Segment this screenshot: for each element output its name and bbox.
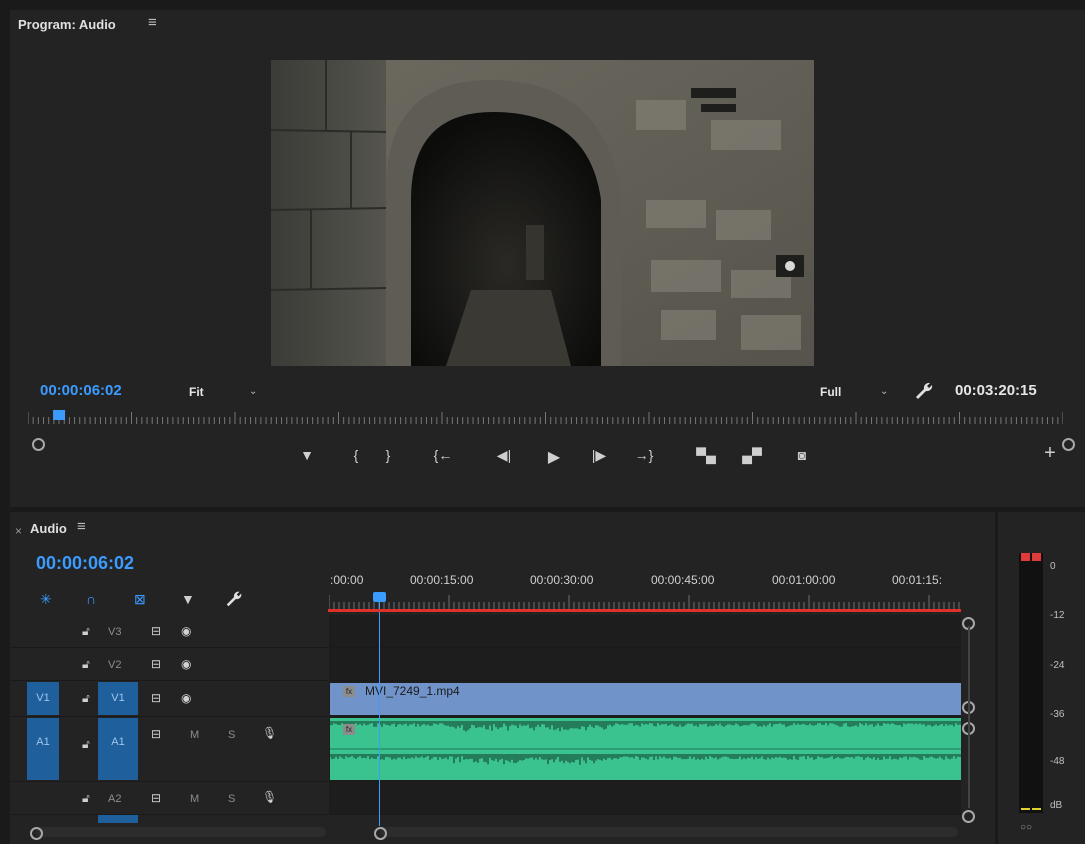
export-frame-icon[interactable]: ◙ — [791, 447, 813, 463]
zoom-handle-left[interactable] — [32, 438, 45, 451]
vertical-zoom-handle[interactable] — [962, 810, 975, 823]
sync-lock-icon[interactable]: ⊟ — [151, 691, 161, 705]
track-name[interactable]: V2 — [108, 659, 121, 671]
track-lane-a2[interactable] — [329, 782, 961, 815]
program-time-ruler[interactable] — [28, 410, 1063, 424]
zoom-handle-right[interactable] — [1062, 438, 1075, 451]
db-label: -24 — [1050, 660, 1065, 671]
ruler-label: 00:01:00:00 — [772, 573, 836, 587]
panel-menu-icon[interactable]: ≡ — [148, 14, 157, 31]
timeline-timecode[interactable]: 00:00:06:02 — [36, 553, 134, 574]
fx-badge[interactable]: fx — [343, 724, 355, 735]
meter-level-right — [1032, 808, 1041, 810]
timeline-playhead[interactable] — [379, 600, 380, 826]
extract-icon[interactable]: ▄▀ — [741, 447, 763, 463]
track-target-a1[interactable]: A1 — [98, 718, 138, 780]
program-playhead-handle — [53, 410, 66, 420]
eye-icon[interactable]: ◉ — [181, 657, 191, 671]
go-to-out-icon[interactable]: →} — [633, 447, 655, 463]
ruler-label: 00:00:15:00 — [410, 573, 474, 587]
eye-icon[interactable]: ◉ — [181, 624, 191, 638]
track-target-v1[interactable]: V1 — [98, 682, 138, 715]
add-marker-icon[interactable]: ▼ — [181, 591, 195, 607]
track-lane-v3[interactable] — [329, 615, 961, 648]
header-scrollbar[interactable] — [36, 827, 326, 837]
lock-icon[interactable]: 🔓︎ — [82, 657, 90, 672]
ruler-label: 00:00:30:00 — [530, 573, 594, 587]
linked-selection-icon[interactable]: ⊠ — [134, 591, 146, 608]
source-patch-v1[interactable]: V1 — [27, 682, 59, 715]
archway-video-image — [271, 60, 814, 366]
track-name[interactable]: A2 — [108, 793, 121, 805]
eye-icon[interactable]: ◉ — [181, 691, 191, 705]
playhead-handle[interactable] — [373, 592, 386, 602]
scroll-handle[interactable] — [374, 827, 387, 840]
solo-buttons[interactable]: ○○ — [1020, 822, 1032, 833]
source-patch-a1[interactable]: A1 — [27, 718, 59, 780]
step-back-icon[interactable]: ◀| — [493, 447, 515, 464]
step-forward-icon[interactable]: |▶ — [588, 447, 610, 464]
solo-button[interactable]: S — [228, 729, 235, 741]
play-icon[interactable]: ▶ — [543, 447, 565, 467]
mute-button[interactable]: M — [190, 793, 199, 805]
solo-button[interactable]: S — [228, 793, 235, 805]
track-target-a3-partial[interactable] — [98, 815, 138, 823]
audio-meter — [1019, 553, 1043, 813]
ruler-label: 00:01:15: — [892, 573, 943, 587]
sync-lock-icon[interactable]: ⊟ — [151, 727, 161, 741]
add-marker-icon[interactable]: ▼ — [296, 447, 318, 463]
vertical-scrollbar[interactable] — [968, 626, 970, 808]
go-to-in-icon[interactable]: {← — [432, 447, 454, 463]
lock-icon[interactable]: 🔓︎ — [82, 691, 90, 706]
track-lane-v2[interactable] — [329, 648, 961, 681]
snap-magnet-icon[interactable]: ∩ — [86, 591, 96, 607]
mute-button[interactable]: M — [190, 729, 199, 741]
timeline-title[interactable]: Audio — [30, 521, 67, 536]
current-timecode[interactable]: 00:00:06:02 — [40, 382, 122, 399]
zoom-level-select[interactable]: Fit — [189, 385, 204, 399]
add-button-icon[interactable]: + — [1039, 442, 1061, 465]
lock-icon[interactable]: 🔓︎ — [82, 624, 90, 639]
clip-indicator-left[interactable] — [1021, 553, 1030, 561]
playback-resolution-select[interactable]: Full — [820, 385, 841, 399]
db-label: 0 — [1050, 561, 1056, 572]
program-monitor-title[interactable]: Program: Audio — [18, 17, 116, 32]
track-header-v2 — [10, 648, 328, 681]
mark-out-icon[interactable]: } — [377, 447, 399, 463]
chevron-down-icon[interactable]: ⌄ — [249, 386, 257, 397]
chevron-down-icon[interactable]: ⌄ — [880, 386, 888, 397]
wrench-icon[interactable] — [224, 589, 244, 609]
mark-in-icon[interactable]: { — [345, 447, 367, 463]
scroll-handle[interactable] — [30, 827, 43, 840]
duration-timecode: 00:03:20:15 — [955, 382, 1037, 399]
clip-indicator-right[interactable] — [1032, 553, 1041, 561]
db-label: -36 — [1050, 709, 1065, 720]
lock-icon[interactable]: 🔓︎ — [82, 791, 90, 806]
track-name[interactable]: V3 — [108, 626, 121, 638]
sync-lock-icon[interactable]: ⊟ — [151, 791, 161, 805]
audio-clip-waveform[interactable] — [330, 718, 961, 780]
track-header-a2 — [10, 782, 328, 815]
microphone-icon[interactable]: 🎙︎ — [262, 790, 277, 804]
ruler-label: 00:00:45:00 — [651, 573, 715, 587]
wrench-icon[interactable] — [913, 380, 935, 402]
lift-icon[interactable]: ▀▄ — [695, 447, 717, 463]
fx-badge[interactable]: fx — [343, 686, 355, 697]
db-label: dB — [1050, 800, 1063, 811]
track-header-v3 — [10, 615, 328, 648]
program-video-frame — [271, 60, 814, 366]
nest-toggle-icon[interactable]: ✳ — [40, 591, 52, 608]
close-icon[interactable]: × — [15, 524, 22, 538]
panel-menu-icon[interactable]: ≡ — [77, 518, 86, 535]
db-label: -12 — [1050, 610, 1065, 621]
ruler-label: :00:00 — [330, 573, 364, 587]
sync-lock-icon[interactable]: ⊟ — [151, 657, 161, 671]
meter-level-left — [1021, 808, 1030, 810]
microphone-icon[interactable]: 🎙︎ — [262, 726, 277, 740]
lock-icon[interactable]: 🔓︎ — [82, 737, 90, 752]
work-area-bar[interactable] — [328, 609, 961, 612]
timeline-scrollbar[interactable] — [380, 827, 958, 837]
db-label: -48 — [1050, 756, 1065, 767]
sync-lock-icon[interactable]: ⊟ — [151, 624, 161, 638]
